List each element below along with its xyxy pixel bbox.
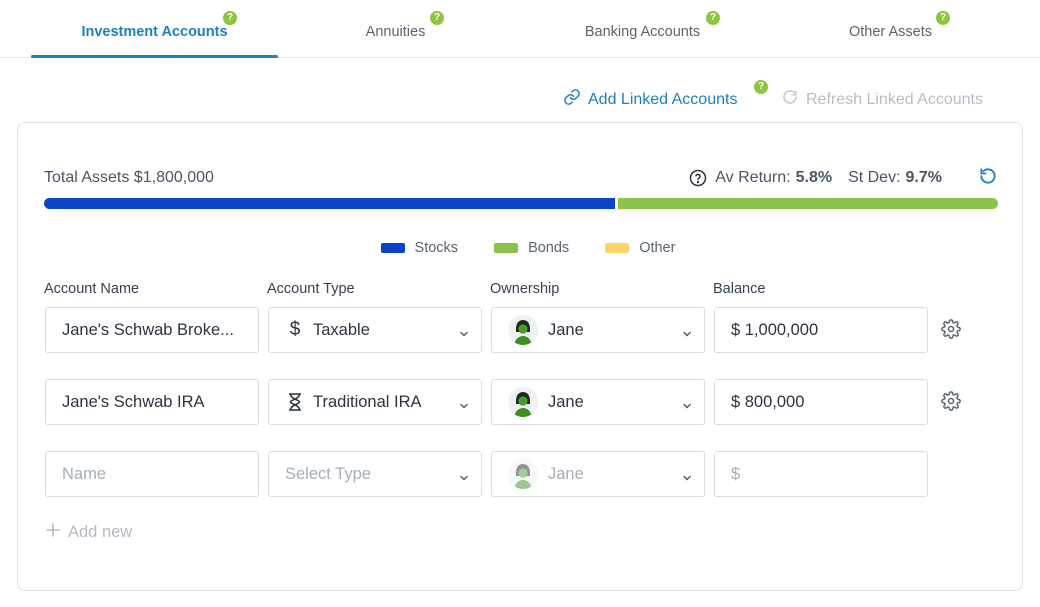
ownership-select[interactable]: Jane (491, 379, 705, 425)
avatar (508, 387, 538, 417)
link-icon (563, 88, 581, 111)
account-type-value: Taxable (313, 320, 370, 339)
ownership-select[interactable]: Jane (491, 307, 705, 353)
active-tab-underline (31, 55, 278, 58)
allocation-bar (44, 198, 998, 209)
column-header-ownership: Ownership (490, 281, 560, 297)
new-account-row: Name Select Type Jane $ (45, 451, 985, 497)
account-tabs: Investment Accounts ? Annuities ? Bankin… (0, 0, 1040, 58)
help-badge-icon[interactable]: ? (223, 11, 237, 25)
account-type-select[interactable]: $ Taxable (268, 307, 482, 353)
chevron-down-icon (459, 397, 469, 416)
column-headers: Account Name Account Type Ownership Bala… (44, 281, 998, 299)
chevron-down-icon (682, 469, 692, 488)
add-new-button[interactable]: Add new (46, 523, 132, 542)
av-return-value: 5.8% (795, 169, 833, 186)
return-stats: Av Return: 5.8% St Dev: 9.7% (689, 169, 942, 187)
hourglass-icon (285, 393, 305, 411)
av-return-label: Av Return: (715, 169, 791, 186)
refresh-linked-accounts-button[interactable]: Refresh Linked Accounts (781, 88, 983, 111)
owner-name: Jane (548, 320, 584, 339)
balance-input[interactable]: $ 1,000,000 (714, 307, 928, 353)
tab-label: Annuities (365, 24, 426, 40)
tab-banking-accounts[interactable]: Banking Accounts ? (519, 0, 766, 57)
column-header-type: Account Type (267, 281, 355, 297)
reset-icon[interactable] (978, 166, 998, 191)
legend-item-stocks: Stocks (380, 240, 459, 256)
help-badge-icon[interactable]: ? (430, 11, 444, 25)
plus-icon (46, 523, 60, 542)
help-badge-icon[interactable]: ? (706, 11, 720, 25)
balance-input[interactable]: $ 800,000 (714, 379, 928, 425)
st-dev-label: St Dev: (848, 169, 901, 186)
tab-label: Other Assets (848, 24, 932, 40)
summary-row: Total Assets $1,800,000 Av Return: 5.8% … (44, 166, 998, 191)
tab-investment-accounts[interactable]: Investment Accounts ? (31, 0, 278, 58)
gear-icon[interactable] (941, 391, 961, 416)
new-balance-input[interactable]: $ (714, 451, 928, 497)
account-name-input[interactable]: Jane's Schwab Broke... (45, 307, 259, 353)
add-linked-accounts-button[interactable]: Add Linked Accounts ? (563, 80, 768, 111)
chevron-down-icon (459, 325, 469, 344)
linked-accounts-actions: Add Linked Accounts ? Refresh Linked Acc… (0, 80, 1040, 114)
new-account-name-input[interactable]: Name (45, 451, 259, 497)
tab-label: Investment Accounts (81, 24, 228, 40)
account-row: Jane's Schwab Broke... $ Taxable Jane $ … (45, 307, 985, 353)
help-badge-icon[interactable]: ? (754, 80, 768, 94)
column-header-name: Account Name (44, 281, 140, 297)
account-type-select[interactable]: Traditional IRA (268, 379, 482, 425)
st-dev-value: 9.7% (905, 169, 942, 186)
allocation-bonds-segment (617, 198, 998, 209)
account-row: Jane's Schwab IRA Traditional IRA Jane $… (45, 379, 985, 425)
gear-icon[interactable] (941, 319, 961, 344)
owner-name: Jane (548, 392, 584, 411)
account-name-input[interactable]: Jane's Schwab IRA (45, 379, 259, 425)
tab-annuities[interactable]: Annuities ? (272, 0, 519, 57)
chevron-down-icon (682, 397, 692, 416)
column-header-balance: Balance (713, 281, 766, 297)
legend-label: Bonds (528, 240, 570, 256)
owner-name: Jane (548, 464, 584, 483)
add-new-label: Add new (68, 523, 133, 541)
new-account-type-select[interactable]: Select Type (268, 451, 482, 497)
legend-swatch (494, 243, 519, 253)
legend-swatch (605, 243, 630, 253)
chevron-down-icon (682, 325, 692, 344)
avatar (508, 459, 538, 489)
tab-other-assets[interactable]: Other Assets ? (767, 0, 1014, 57)
legend-swatch (380, 243, 405, 253)
allocation-legend: Stocks Bonds Other (18, 240, 1024, 256)
legend-label: Stocks (414, 240, 459, 256)
dollar-icon: $ (289, 319, 301, 340)
help-badge-icon[interactable]: ? (936, 11, 950, 25)
account-type-placeholder: Select Type (285, 464, 371, 483)
allocation-stocks-segment (44, 198, 615, 209)
legend-label: Other (639, 240, 676, 256)
question-circle-icon[interactable] (689, 169, 707, 187)
refresh-icon (781, 88, 799, 111)
new-ownership-select[interactable]: Jane (491, 451, 705, 497)
tab-label: Banking Accounts (584, 24, 701, 40)
add-linked-accounts-label: Add Linked Accounts (588, 90, 738, 108)
avatar (508, 315, 538, 345)
legend-item-bonds: Bonds (494, 240, 569, 256)
chevron-down-icon (459, 469, 469, 488)
total-assets: Total Assets $1,800,000 (44, 169, 214, 186)
legend-item-other: Other (605, 240, 675, 256)
investment-accounts-card: Total Assets $1,800,000 Av Return: 5.8% … (17, 122, 1023, 591)
account-type-value: Traditional IRA (313, 392, 422, 411)
refresh-linked-accounts-label: Refresh Linked Accounts (806, 90, 983, 108)
